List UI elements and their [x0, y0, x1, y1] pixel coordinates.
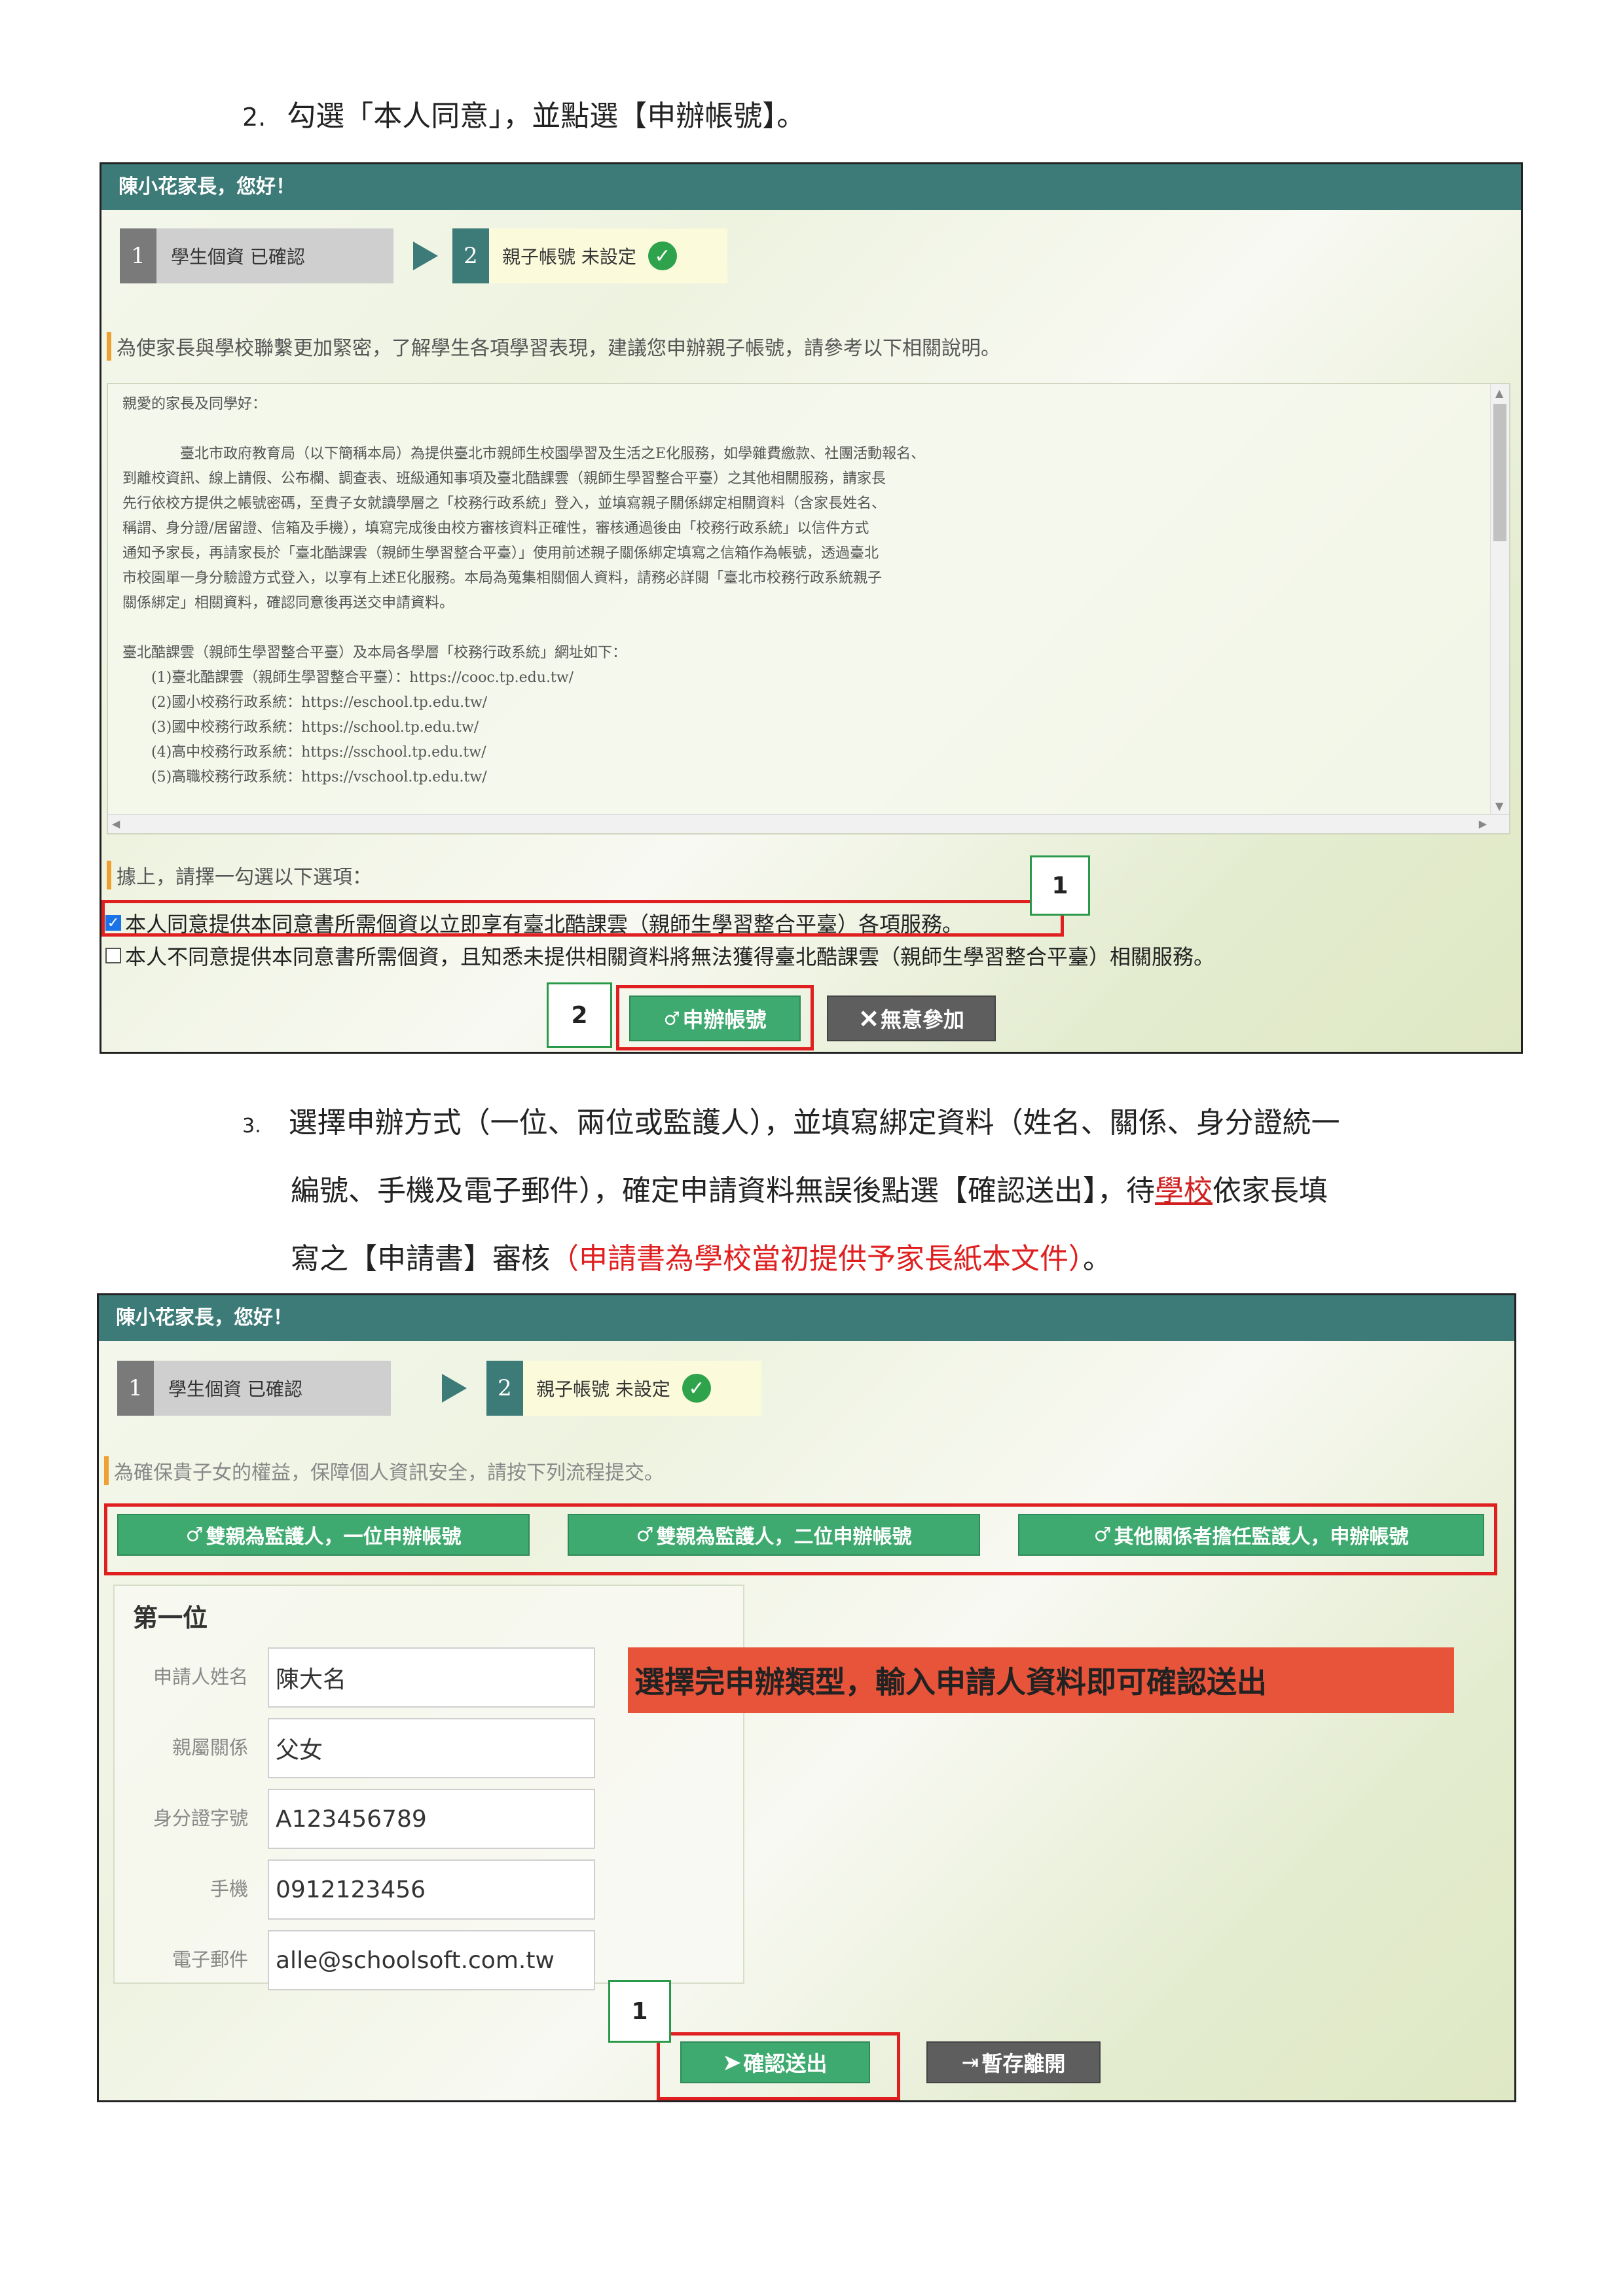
marker-1: 1	[1030, 855, 1090, 916]
terms-line: 通知予家長，再請家長於「臺北酷課雲（親師生學習整合平臺）」使用前述親子關係綁定填…	[122, 545, 879, 562]
terms-line: (3)國中校務行政系統：https://school.tp.edu.tw/	[122, 719, 479, 736]
greeting-bar-2: 陳小花家長，您好！	[99, 1295, 1514, 1341]
step-3-red-note: （申請書為學校當初提供予家長紙本文件）	[550, 1242, 1083, 1276]
mobile-input[interactable]: 0912123456	[268, 1859, 595, 1920]
step-indicator-2-form-number: 2	[486, 1361, 523, 1416]
terms-line: 稱謂、身分證/居留證、信箱及手機），填寫完成後由校方審核資料正確性，審核通過後由…	[122, 520, 869, 537]
choose-prompt: 據上，請擇一勾選以下選項：	[107, 861, 372, 889]
intro-notice: 為使家長與學校聯繫更加緊密，了解學生各項學習表現，建議您申辦親子帳號，請參考以下…	[107, 332, 1000, 361]
step-arrow-icon-2	[442, 1374, 467, 1403]
name-input[interactable]: 陳大名	[268, 1647, 595, 1708]
intro-notice-2: 為確保貴子女的權益，保障個人資訊安全，請按下列流程提交。	[104, 1456, 664, 1485]
terms-line: 臺北市政府教育局（以下簡稱本局）為提供臺北市親師生校園學習及生活之E化服務，如學…	[122, 446, 926, 462]
highlight-apply-button	[616, 985, 814, 1050]
check-icon-2: ✓	[682, 1374, 711, 1403]
step-3-line-2-a: 編號、手機及電子郵件），確定申請資料無誤後點選【確認送出】，待	[291, 1174, 1155, 1208]
marker-2: 2	[547, 982, 612, 1048]
highlight-submit-button	[657, 2032, 900, 2100]
step-indicator-2-form-label: 親子帳號 未設定	[536, 1378, 670, 1400]
scroll-left-icon[interactable]: ◀	[112, 817, 120, 830]
id-number-input[interactable]: A123456789	[268, 1789, 595, 1849]
step-indicator-2-number: 2	[452, 228, 489, 283]
disagree-option[interactable]: 本人不同意提供本同意書所需個資，且知悉未提供相關資料將無法獲得臺北酷課雲（親師生…	[105, 941, 1214, 971]
terms-line: (5)高職校務行政系統：https://vschool.tp.edu.tw/	[122, 769, 487, 785]
terms-line: 市校園單一身分驗證方式登入，以享有上述E化服務。本局為蒐集相關個人資料，請務必詳…	[122, 570, 883, 586]
step-3-heading: 3. 選擇申辦方式（一位、兩位或監護人），並填寫綁定資料（姓名、關係、身分證統一	[242, 1100, 1340, 1150]
check-icon: ✓	[647, 242, 677, 270]
scroll-up-icon[interactable]: ▲	[1495, 387, 1503, 399]
terms-text: 親愛的家長及同學好： 臺北市政府教育局（以下簡稱本局）為提供臺北市親師生校園學習…	[122, 392, 926, 833]
horizontal-scrollbar[interactable]: ◀ ▶	[108, 814, 1509, 833]
step-indicator-1-form-label: 學生個資 已確認	[168, 1378, 302, 1400]
terms-line: 先行依校方提供之帳號密碼，至貴子女就讀學層之「校務行政系統」登入，並填寫親子關係…	[122, 495, 886, 512]
terms-line: (4)高中校務行政系統：https://sschool.tp.edu.tw/	[122, 744, 486, 761]
email-label: 電子郵件	[172, 1948, 248, 1971]
highlight-type-buttons	[104, 1503, 1497, 1575]
decline-label: 無意參加	[880, 1007, 964, 1032]
step-indicator-1: 1 學生個資 已確認	[120, 228, 393, 283]
step-indicator-1-label: 學生個資 已確認	[171, 246, 305, 268]
step-indicator-2-form: 2 親子帳號 未設定 ✓	[486, 1361, 761, 1416]
close-icon: ✕	[858, 1003, 879, 1033]
highlight-agree-option	[101, 900, 1064, 937]
terms-line: 親愛的家長及同學好：	[122, 396, 267, 412]
step-3-line-1: 選擇申辦方式（一位、兩位或監護人），並填寫綁定資料（姓名、關係、身分證統一	[288, 1106, 1340, 1139]
name-label: 申請人姓名	[153, 1666, 248, 1688]
section-title: 第一位	[133, 1603, 208, 1632]
save-exit-label: 暫存離開	[981, 2051, 1066, 2076]
relation-input[interactable]: 父女	[268, 1718, 595, 1778]
scroll-right-icon[interactable]: ▶	[1479, 817, 1487, 830]
relation-label: 親屬關係	[172, 1736, 248, 1759]
decline-button[interactable]: ✕ 無意參加	[827, 996, 996, 1041]
screenshot-apply-form: 陳小花家長，您好！ 1 學生個資 已確認 2 親子帳號 未設定 ✓ 為確保貴子女…	[97, 1293, 1516, 2102]
greeting-bar: 陳小花家長，您好！	[101, 164, 1521, 210]
scrollbar-thumb[interactable]	[1493, 404, 1506, 541]
email-input[interactable]: alle@schoolsoft.com.tw	[268, 1930, 595, 1990]
marker-1-form: 1	[608, 1980, 671, 2043]
step-3-line-2-c: 依家長填	[1213, 1174, 1328, 1208]
step-3-line-2: 編號、手機及電子郵件），確定申請資料無誤後點選【確認送出】，待學校依家長填	[291, 1168, 1328, 1215]
disagree-option-label: 本人不同意提供本同意書所需個資，且知悉未提供相關資料將無法獲得臺北酷課雲（親師生…	[125, 944, 1215, 969]
step-2-text: 勾選「本人同意」，並點選【申辦帳號】。	[287, 99, 806, 133]
terms-line: (2)國小校務行政系統：https://eschool.tp.edu.tw/	[122, 694, 488, 711]
step-2-heading: 2. 勾選「本人同意」，並點選【申辦帳號】。	[242, 93, 805, 141]
first-applicant-form	[113, 1585, 744, 1984]
exit-icon: ⇥	[961, 2050, 979, 2075]
terms-line	[122, 790, 925, 815]
step-3-number: 3.	[242, 1115, 261, 1138]
terms-scrollbox[interactable]: 親愛的家長及同學好： 臺北市政府教育局（以下簡稱本局）為提供臺北市親師生校園學習…	[107, 383, 1510, 834]
step-3-line-3: 寫之【申請書】審核（申請書為學校當初提供予家長紙本文件）。	[291, 1236, 1112, 1283]
step-indicator-2-label: 親子帳號 未設定	[502, 246, 636, 268]
step-indicator-1-form: 1 學生個資 已確認	[117, 1361, 391, 1416]
scroll-down-icon[interactable]: ▼	[1495, 800, 1503, 812]
step-indicator-2: 2 親子帳號 未設定 ✓	[452, 228, 727, 283]
step-indicator-1-form-number: 1	[117, 1361, 154, 1416]
terms-line	[122, 616, 925, 641]
mobile-label: 手機	[210, 1878, 248, 1900]
vertical-scrollbar[interactable]: ▲ ▼	[1490, 384, 1509, 815]
step-2-number: 2.	[242, 103, 266, 132]
step-indicator-1-number: 1	[120, 228, 156, 283]
terms-line: 關係綁定」相關資料，確認同意後再送交申請資料。	[122, 595, 454, 611]
terms-line	[122, 417, 925, 442]
save-exit-button[interactable]: ⇥ 暫存離開	[926, 2041, 1101, 2083]
terms-line: (1)臺北酷課雲（親師生學習整合平臺）：https://cooc.tp.edu.…	[122, 670, 574, 686]
screenshot-consent: 陳小花家長，您好！ 1 學生個資 已確認 2 親子帳號 未設定 ✓ 為使家長與學…	[100, 162, 1523, 1054]
terms-line: 臺北酷課雲（親師生學習整合平臺）及本局各學層「校務行政系統」網址如下：	[122, 645, 627, 661]
step-3-line-3-a: 寫之【申請書】審核	[291, 1242, 550, 1276]
step-3-line-3-c: 。	[1083, 1242, 1112, 1276]
instruction-callout: 選擇完申辦類型，輸入申請人資料即可確認送出	[628, 1647, 1454, 1713]
terms-line: 到離校資訊、線上請假、公布欄、調查表、班級通知事項及臺北酷課雲（親師生學習整合平…	[122, 471, 886, 487]
disagree-checkbox[interactable]	[105, 948, 121, 963]
school-link: 學校	[1155, 1174, 1213, 1208]
id-number-label: 身分證字號	[153, 1807, 248, 1829]
step-arrow-icon	[413, 242, 438, 270]
